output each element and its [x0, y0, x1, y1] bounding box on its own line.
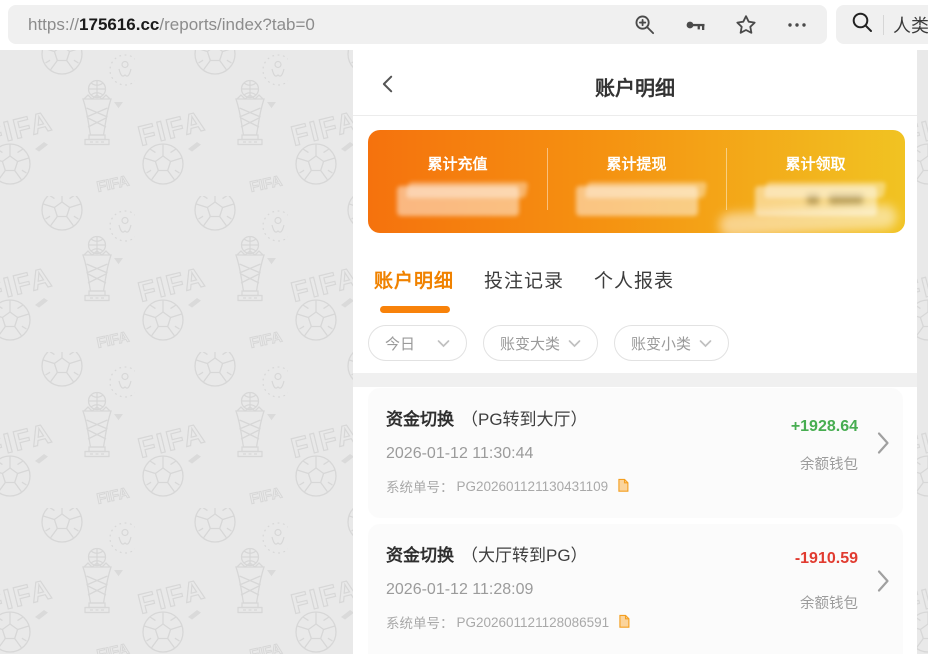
transaction-row[interactable]: 资金切换（大厅转到PG） 2026-01-12 11:28:09 系统单号：PG… — [368, 524, 903, 654]
address-bar[interactable]: https://175616.cc/reports/index?tab=0 — [8, 5, 827, 44]
transaction-order-row: 系统单号：PG202601121128086591 — [386, 612, 903, 632]
tab-bet-records[interactable]: 投注记录 — [484, 266, 564, 293]
transaction-body: 资金切换（PG转到大厅） 2026-01-12 11:30:44 系统单号：PG… — [368, 388, 903, 518]
summary-total-withdraw: 累计提现 — [547, 130, 726, 233]
transaction-subtitle: （大厅转到PG） — [461, 546, 588, 565]
masked-digits — [807, 194, 819, 205]
copy-icon[interactable] — [616, 613, 630, 632]
find-bar[interactable]: 人类 — [836, 5, 928, 44]
find-bar-divider — [883, 15, 884, 35]
chevron-right-icon[interactable] — [876, 430, 890, 461]
summary-total-deposit: 累计充值 — [368, 130, 547, 233]
masked-value — [397, 186, 519, 216]
transaction-subtitle: （PG转到大厅） — [461, 410, 588, 429]
chevron-down-icon — [437, 339, 450, 348]
transaction-wallet: 余额钱包 — [800, 453, 858, 474]
search-icon — [850, 10, 874, 39]
transaction-amount: +1928.64 — [791, 418, 858, 436]
url-prefix: https:// — [28, 15, 79, 34]
transaction-type: 资金切换 — [386, 410, 454, 429]
filter-category-minor-dropdown[interactable]: 账变小类 — [614, 325, 729, 361]
page-header: 账户明细 — [353, 50, 917, 116]
transaction-type: 资金切换 — [386, 546, 454, 565]
summary-label: 累计领取 — [726, 153, 905, 174]
url-path: /reports/index?tab=0 — [159, 15, 314, 34]
chevron-right-icon[interactable] — [876, 568, 890, 599]
section-divider — [353, 373, 917, 387]
bookmark-star-icon[interactable] — [734, 13, 758, 37]
order-number: PG202601121130431109 — [457, 479, 609, 494]
copy-icon[interactable] — [615, 477, 629, 496]
more-options-icon[interactable] — [785, 13, 809, 37]
filter-date-dropdown[interactable]: 今日 — [368, 325, 467, 361]
url-text: https://175616.cc/reports/index?tab=0 — [28, 15, 315, 35]
transaction-amount: -1910.59 — [795, 550, 858, 568]
summary-label: 累计充值 — [368, 153, 547, 174]
chevron-down-icon — [699, 339, 712, 348]
filter-label: 账变小类 — [631, 333, 691, 354]
active-tab-indicator — [380, 306, 450, 313]
order-number: PG202601121128086591 — [457, 615, 610, 630]
filter-label: 今日 — [385, 333, 415, 354]
tab-account-detail[interactable]: 账户明细 — [374, 266, 454, 293]
content-panel: 账户明细 累计充值 累计提现 累计领取 账户明细 投注记录 — [353, 50, 917, 654]
address-bar-icons — [633, 13, 809, 37]
browser-topbar: https://175616.cc/reports/index?tab=0 — [0, 0, 928, 50]
tab-bar: 账户明细 投注记录 个人报表 — [374, 266, 674, 293]
masked-digits — [829, 194, 863, 205]
page-title: 账户明细 — [353, 72, 917, 101]
filter-label: 账变大类 — [500, 333, 560, 354]
order-label: 系统单号： — [386, 476, 454, 496]
transaction-wallet: 余额钱包 — [800, 592, 858, 613]
transaction-body: 资金切换（大厅转到PG） 2026-01-12 11:28:09 系统单号：PG… — [368, 524, 903, 654]
tab-personal-report[interactable]: 个人报表 — [594, 266, 674, 293]
filter-category-major-dropdown[interactable]: 账变大类 — [483, 325, 598, 361]
zoom-in-icon[interactable] — [633, 13, 656, 36]
find-bar-text[interactable]: 人类 — [893, 12, 928, 38]
transaction-amount-block: +1928.64 余额钱包 — [791, 418, 858, 474]
summary-card: 累计充值 累计提现 累计领取 — [368, 130, 905, 233]
order-label: 系统单号： — [386, 612, 454, 632]
filter-bar: 今日 账变大类 账变小类 — [368, 325, 729, 361]
chevron-down-icon — [568, 339, 581, 348]
key-icon[interactable] — [683, 13, 707, 37]
transaction-row[interactable]: 资金切换（PG转到大厅） 2026-01-12 11:30:44 系统单号：PG… — [368, 388, 903, 518]
url-domain: 175616.cc — [79, 15, 159, 34]
screen: https://175616.cc/reports/index?tab=0 — [0, 0, 928, 654]
transaction-amount-block: -1910.59 余额钱包 — [795, 550, 858, 613]
summary-label: 累计提现 — [547, 153, 726, 174]
transaction-order-row: 系统单号：PG202601121130431109 — [386, 476, 903, 496]
masked-value — [576, 186, 698, 216]
